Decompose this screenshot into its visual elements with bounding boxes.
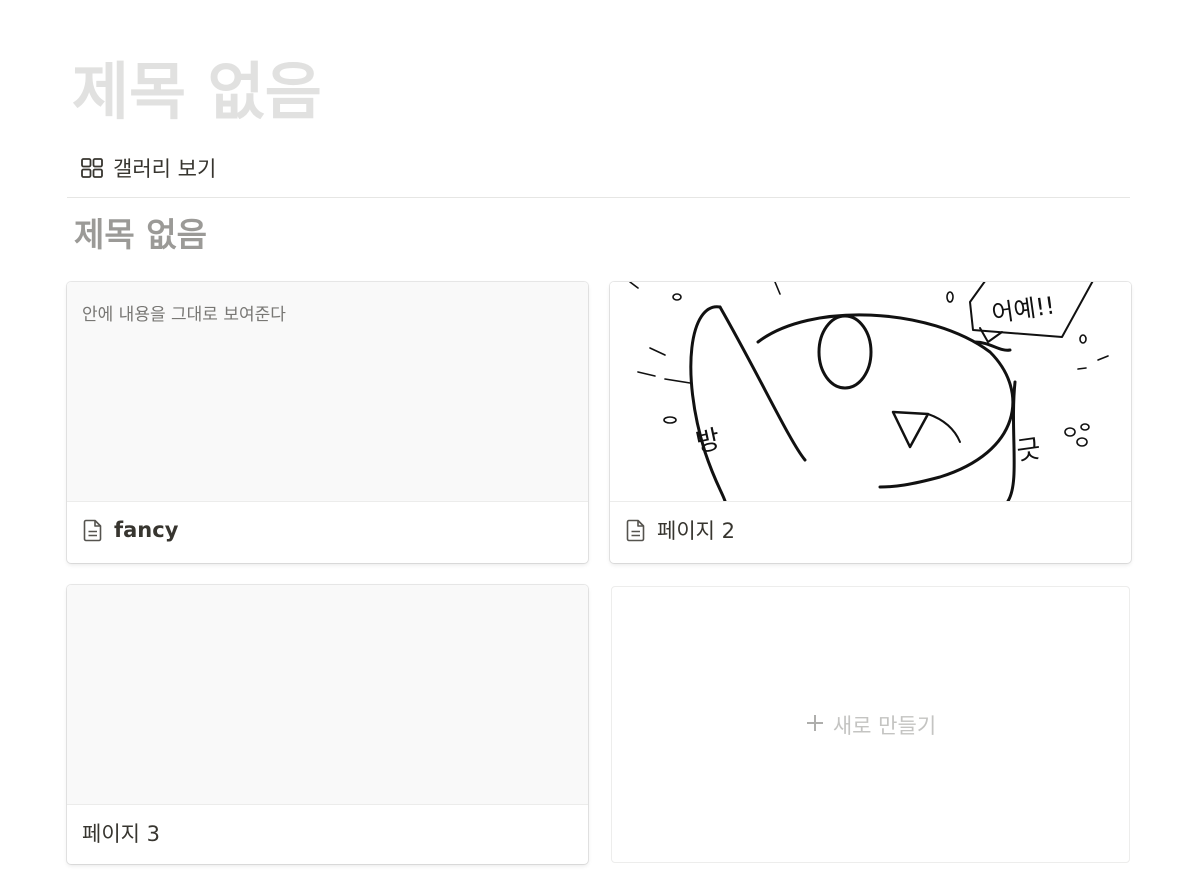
comic-sfx-right: 긋 — [1015, 434, 1043, 467]
gallery-card-fancy[interactable]: 안에 내용을 그대로 보여준다 fancy — [67, 282, 588, 563]
card-preview-text: 안에 내용을 그대로 보여준다 — [82, 305, 286, 325]
card-title: 페이지 2 — [657, 519, 735, 543]
document-icon — [625, 518, 647, 542]
page-title[interactable]: 제목 없음 — [72, 52, 322, 132]
plus-icon — [805, 712, 825, 738]
view-divider — [67, 197, 1130, 198]
collection-title[interactable]: 제목 없음 — [74, 212, 207, 258]
card-preview: 안에 내용을 그대로 보여준다 — [67, 282, 588, 502]
view-tab-label: 갤러리 보기 — [113, 157, 217, 181]
new-card-button[interactable]: 새로 만들기 — [611, 586, 1130, 863]
document-icon — [82, 518, 104, 542]
card-footer: 페이지 3 — [82, 817, 578, 849]
comic-sfx-left: 방 — [693, 425, 723, 459]
comic-speech-text: 어예!! — [990, 291, 1057, 328]
new-card-label: 새로 만들기 — [832, 713, 937, 738]
grid-icon — [80, 156, 104, 180]
gallery-page: 제목 없음 갤러리 보기 제목 없음 안에 내용을 그대로 보여준다 fancy… — [0, 0, 1189, 877]
card-title: 페이지 3 — [82, 822, 160, 846]
card-preview — [67, 585, 588, 805]
gallery-card-page-2[interactable]: 어예!! 방 긋 페이지 2 — [610, 282, 1131, 563]
card-title: fancy — [114, 518, 179, 542]
card-preview-image: 어예!! 방 긋 — [610, 282, 1131, 502]
card-footer: 페이지 2 — [625, 514, 1121, 546]
gallery-card-page-3[interactable]: 페이지 3 — [67, 585, 588, 864]
comic-illustration: 어예!! 방 긋 — [610, 282, 1131, 501]
view-tab-gallery[interactable]: 갤러리 보기 — [80, 152, 216, 184]
card-footer: fancy — [82, 514, 578, 546]
